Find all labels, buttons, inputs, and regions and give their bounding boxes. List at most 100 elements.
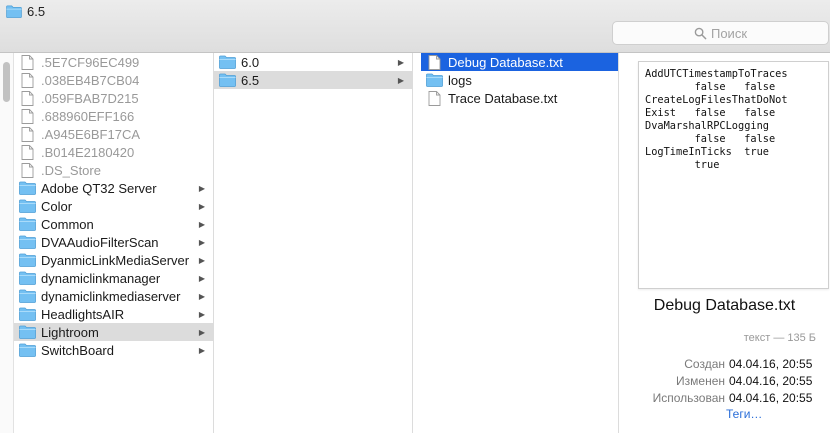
folder-icon — [426, 73, 443, 87]
document-icon — [21, 144, 34, 160]
file-item-a945e6bf17ca[interactable]: .A945E6BF17CA — [14, 125, 213, 143]
file-item-5e7cf96ec499[interactable]: .5E7CF96EC499 — [14, 53, 213, 71]
folder-item-adobe-qt32-server[interactable]: Adobe QT32 Server ▶ — [14, 179, 213, 197]
item-label: .038EB4B7CB04 — [41, 72, 140, 88]
item-label: Common — [41, 216, 94, 232]
meta-key: Использован — [652, 391, 725, 405]
folder-item-logs[interactable]: logs — [421, 71, 618, 89]
folder-icon — [219, 73, 236, 87]
file-item-059fbab7d215[interactable]: .059FBAB7D215 — [14, 89, 213, 107]
folder-item-color[interactable]: Color ▶ — [14, 197, 213, 215]
meta-key: Создан — [684, 357, 725, 371]
scrollbar-thumb[interactable] — [3, 62, 10, 102]
document-icon — [21, 108, 34, 124]
folder-icon — [19, 217, 36, 231]
file-item-688960eff166[interactable]: .688960EFF166 — [14, 107, 213, 125]
folder-icon — [19, 199, 36, 213]
item-label: .DS_Store — [41, 162, 101, 178]
document-icon — [21, 54, 34, 70]
tags-link[interactable]: Теги… — [726, 407, 762, 421]
disclosure-arrow-icon: ▶ — [198, 201, 206, 211]
column-scrollbar[interactable] — [0, 53, 14, 433]
folder-item-lightroom[interactable]: Lightroom ▶ — [14, 323, 213, 341]
file-item-b014e2180420[interactable]: .B014E2180420 — [14, 143, 213, 161]
file-item-trace-database-txt[interactable]: Trace Database.txt — [421, 89, 618, 107]
folder-icon — [19, 289, 36, 303]
file-item-ds-store[interactable]: .DS_Store — [14, 161, 213, 179]
folder-item-dvaaudiofilterscan[interactable]: DVAAudioFilterScan ▶ — [14, 233, 213, 251]
document-icon — [428, 54, 441, 70]
item-label: dynamiclinkmanager — [41, 270, 161, 286]
folder-item-dynamiclinkmediaserver[interactable]: dynamiclinkmediaserver ▶ — [14, 287, 213, 305]
meta-opened: Использован 04.04.16, 20:55 — [619, 391, 830, 407]
meta-created: Создан 04.04.16, 20:55 — [619, 357, 830, 373]
folder-icon — [19, 307, 36, 321]
item-label: Color — [41, 198, 73, 214]
document-icon — [21, 72, 34, 88]
folder-icon — [19, 325, 36, 339]
disclosure-arrow-icon: ▶ — [198, 291, 206, 301]
folder-item-6-0[interactable]: 6.0 ▶ — [214, 53, 412, 71]
item-label: Debug Database.txt — [448, 54, 563, 70]
meta-modified: Изменен 04.04.16, 20:55 — [619, 374, 830, 390]
meta-key: Изменен — [676, 374, 725, 388]
document-icon — [428, 90, 441, 106]
meta-value: 04.04.16, 20:55 — [729, 357, 813, 371]
item-label: SwitchBoard — [41, 342, 114, 358]
document-icon — [21, 162, 34, 178]
window-title-text: 6.5 — [27, 3, 46, 19]
folder-icon — [19, 181, 36, 195]
item-label: .5E7CF96EC499 — [41, 54, 140, 70]
document-icon — [21, 90, 34, 106]
disclosure-arrow-icon: ▶ — [198, 237, 206, 247]
disclosure-arrow-icon: ▶ — [198, 345, 206, 355]
disclosure-arrow-icon: ▶ — [198, 219, 206, 229]
disclosure-arrow-icon: ▶ — [397, 75, 405, 85]
folder-icon — [19, 343, 36, 357]
folder-item-dyanmiclinkmediaserver[interactable]: DyanmicLinkMediaServer ▶ — [14, 251, 213, 269]
item-label: dynamiclinkmediaserver — [41, 288, 181, 304]
disclosure-arrow-icon: ▶ — [198, 309, 206, 319]
item-label: logs — [448, 72, 472, 88]
item-label: Adobe QT32 Server — [41, 180, 157, 196]
preview-content: AddUTCTimestampToTraces false false Crea… — [645, 68, 788, 171]
column-lightroom: 6.0 ▶ 6.5 ▶ — [214, 53, 413, 433]
item-label: DVAAudioFilterScan — [41, 234, 159, 250]
folder-icon — [6, 5, 22, 18]
folder-icon — [19, 235, 36, 249]
folder-item-common[interactable]: Common ▶ — [14, 215, 213, 233]
search-field[interactable]: Поиск — [612, 21, 829, 45]
item-label: Lightroom — [41, 324, 99, 340]
item-label: .B014E2180420 — [41, 144, 135, 160]
disclosure-arrow-icon: ▶ — [198, 273, 206, 283]
meta-value: 04.04.16, 20:55 — [729, 374, 813, 388]
preview-file-name: Debug Database.txt — [653, 297, 796, 314]
disclosure-arrow-icon: ▶ — [198, 255, 206, 265]
item-label: .A945E6BF17CA — [41, 126, 141, 142]
file-item-038eb4b7cb04[interactable]: .038EB4B7CB04 — [14, 71, 213, 89]
column-adobe: .5E7CF96EC499 .038EB4B7CB04 .059FBAB7D215.… — [0, 53, 214, 433]
item-label: .059FBAB7D215 — [41, 90, 139, 106]
item-label: .688960EFF166 — [41, 108, 135, 124]
preview-kind-size: текст — 135 Б — [743, 332, 816, 344]
file-item-debug-database-txt[interactable]: Debug Database.txt — [421, 53, 618, 71]
disclosure-arrow-icon: ▶ — [397, 57, 405, 67]
folder-item-switchboard[interactable]: SwitchBoard ▶ — [14, 341, 213, 359]
disclosure-arrow-icon: ▶ — [198, 327, 206, 337]
item-label: 6.5 — [241, 72, 260, 88]
document-icon — [21, 126, 34, 142]
item-label: DyanmicLinkMediaServer — [41, 252, 190, 268]
window-title: 6.5 — [6, 3, 45, 19]
search-icon — [694, 27, 707, 39]
meta-value: 04.04.16, 20:55 — [729, 391, 813, 405]
folder-icon — [19, 271, 36, 285]
folder-item-dynamiclinkmanager[interactable]: dynamiclinkmanager ▶ — [14, 269, 213, 287]
folder-item-6-5[interactable]: 6.5 ▶ — [214, 71, 412, 89]
folder-icon — [219, 55, 236, 69]
preview-pane: AddUTCTimestampToTraces false false Crea… — [619, 53, 830, 433]
folder-item-headlightsair[interactable]: HeadlightsAIR ▶ — [14, 305, 213, 323]
column-version: Debug Database.txt logs Trace Database.txt — [413, 53, 619, 433]
disclosure-arrow-icon: ▶ — [198, 183, 206, 193]
item-label: 6.0 — [241, 54, 260, 70]
item-label: HeadlightsAIR — [41, 306, 125, 322]
